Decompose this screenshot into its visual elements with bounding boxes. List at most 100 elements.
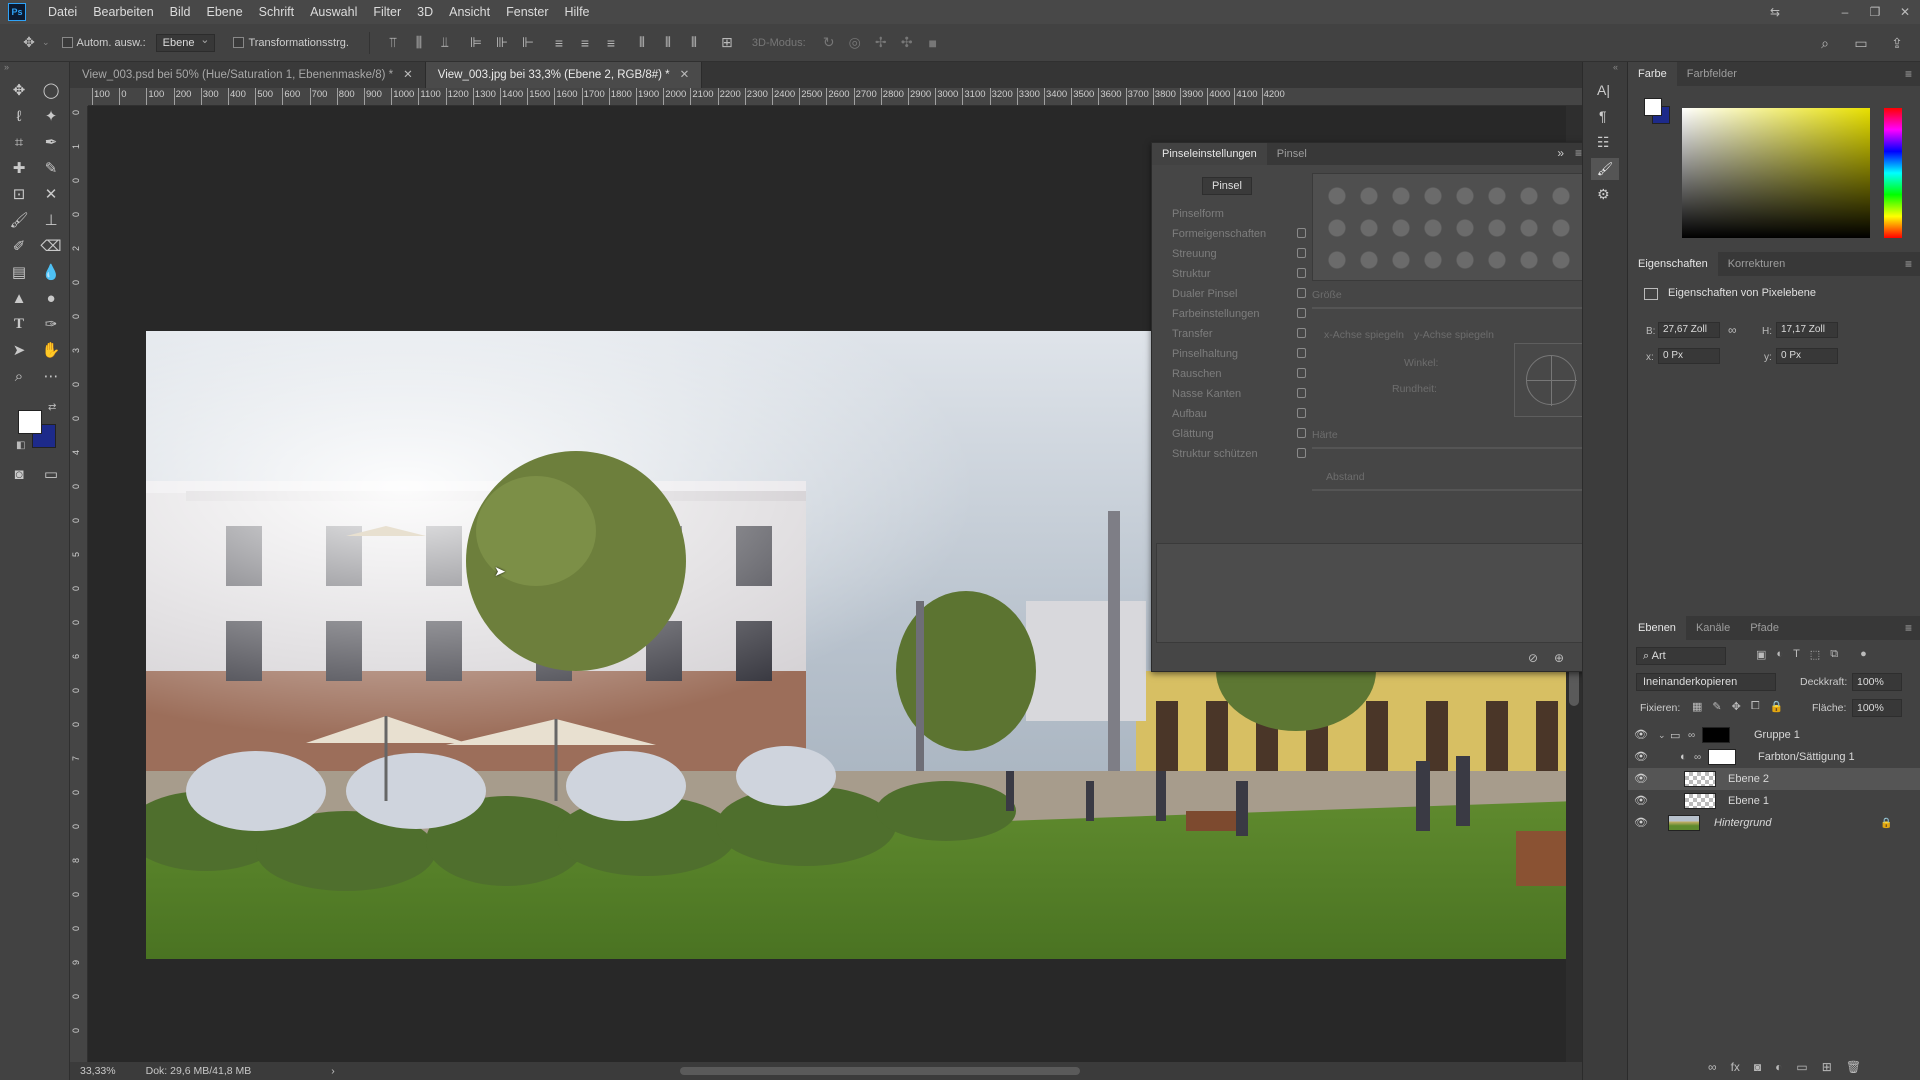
spacing-slider[interactable]	[1312, 489, 1584, 491]
lock-icon[interactable]	[1297, 248, 1306, 258]
hue-slider[interactable]	[1884, 108, 1902, 238]
align-left-icon[interactable]: ⊫	[466, 33, 486, 53]
lock-icon[interactable]	[1297, 388, 1306, 398]
brush-option-brush-pose[interactable]: Pinselhaltung	[1164, 345, 1310, 363]
eyedropper-tool-icon[interactable]: ✒	[38, 130, 64, 154]
brush-option-noise[interactable]: Rauschen	[1164, 365, 1310, 383]
panel-menu-icon[interactable]: ≡	[1905, 621, 1912, 635]
menu-3d[interactable]: 3D	[409, 0, 441, 24]
lock-transparency-icon[interactable]: ▦	[1692, 700, 1702, 713]
fill-input[interactable]: 100%	[1852, 699, 1902, 717]
layer-row-ebene-1[interactable]: 👁 Ebene 1	[1628, 790, 1920, 812]
toggle-live-tip-icon[interactable]: ⊘	[1528, 651, 1538, 665]
content-aware-move-tool-icon[interactable]: ✕	[38, 182, 64, 206]
transform-controls-checkbox[interactable]	[233, 37, 245, 48]
distribute-hcenter-icon[interactable]: ⦀	[658, 33, 678, 53]
3d-pan-icon[interactable]: ✢	[871, 33, 891, 53]
tab-color[interactable]: Farbe	[1628, 62, 1677, 86]
clone-stamp-tool-icon[interactable]: ⊥	[38, 208, 64, 232]
opacity-input[interactable]: 100%	[1852, 673, 1902, 691]
brush-option-transfer[interactable]: Transfer	[1164, 325, 1310, 343]
horizontal-ruler[interactable]: 100 0 100 200 300 400 500 600 700 800 900 1000 1100 1…	[88, 88, 1582, 106]
status-menu-arrow-icon[interactable]: ›	[331, 1065, 335, 1077]
new-group-icon[interactable]: ▭	[1796, 1060, 1807, 1074]
history-panel-icon[interactable]: ☷	[1597, 134, 1610, 151]
zoom-level[interactable]: 33,33%	[80, 1065, 116, 1077]
tab-properties[interactable]: Eigenschaften	[1628, 252, 1718, 276]
visibility-eye-icon[interactable]: 👁	[1634, 795, 1648, 806]
lock-icon[interactable]	[1297, 448, 1306, 458]
expand-group-icon[interactable]: ⌄	[1658, 730, 1666, 741]
type-tool-icon[interactable]: T	[6, 312, 32, 336]
distribute-left-icon[interactable]: ⦀	[632, 33, 652, 53]
tab-adjustments[interactable]: Korrekturen	[1718, 252, 1795, 276]
brush-option-dual-brush[interactable]: Dualer Pinsel	[1164, 285, 1310, 303]
lock-icon[interactable]	[1297, 348, 1306, 358]
lasso-tool-icon[interactable]: ℓ	[6, 104, 32, 128]
brush-option-texture[interactable]: Struktur	[1164, 265, 1310, 283]
pen-tool-icon[interactable]: ✑	[38, 312, 64, 336]
delete-layer-icon[interactable]: 🗑	[1846, 1060, 1861, 1074]
align-right-icon[interactable]: ⊩	[518, 33, 538, 53]
menu-bild[interactable]: Bild	[162, 0, 199, 24]
more-tools-icon[interactable]: ⋯	[38, 364, 64, 388]
3d-roll-icon[interactable]: ◎	[845, 33, 865, 53]
flip-y-label[interactable]: y-Achse spiegeln	[1414, 329, 1494, 341]
visibility-eye-icon[interactable]: 👁	[1634, 751, 1648, 762]
auto-align-icon[interactable]: ⊞	[717, 33, 737, 53]
move-tool-icon[interactable]: ✥	[19, 33, 39, 53]
layer-style-icon[interactable]: fx	[1731, 1060, 1740, 1074]
visibility-eye-icon[interactable]: 👁	[1634, 729, 1648, 740]
auto-select-checkbox[interactable]	[61, 37, 73, 48]
brush-option-build-up[interactable]: Aufbau	[1164, 405, 1310, 423]
crop-tool-icon[interactable]: ⌗	[6, 130, 32, 154]
blur-tool-icon[interactable]: 💧	[38, 260, 64, 284]
distribute-top-icon[interactable]: ≡	[549, 33, 569, 53]
size-slider[interactable]	[1312, 307, 1584, 309]
tab-layers[interactable]: Ebenen	[1628, 616, 1686, 640]
lock-icon[interactable]	[1297, 368, 1306, 378]
lock-all-icon[interactable]: 🔒	[1770, 700, 1784, 713]
screen-mode-icon[interactable]: ▭	[38, 462, 64, 486]
workspace-icon[interactable]: ▭	[1851, 33, 1871, 53]
dodge-tool-icon[interactable]: ▲	[6, 286, 32, 310]
distribute-vcenter-icon[interactable]: ≡	[575, 33, 595, 53]
swap-colors-icon[interactable]: ⇄	[48, 402, 56, 413]
brush-tip-grid[interactable]	[1312, 173, 1584, 281]
brush-option-wet-edges[interactable]: Nasse Kanten	[1164, 385, 1310, 403]
burn-tool-icon[interactable]: ●	[38, 286, 64, 310]
history-brush-tool-icon[interactable]: ✐	[6, 234, 32, 258]
brush-option-shape-dynamics[interactable]: Formeigenschaften	[1164, 225, 1310, 243]
search-icon[interactable]: ⌕	[1815, 33, 1835, 53]
visibility-eye-icon[interactable]: 👁	[1634, 773, 1648, 784]
lock-position-icon[interactable]: ✥	[1732, 700, 1741, 713]
minimize-button[interactable]: –	[1830, 0, 1860, 24]
tab-brush-settings[interactable]: Pinseleinstellungen	[1152, 143, 1267, 165]
new-layer-icon[interactable]: ⊞	[1822, 1060, 1832, 1074]
filter-pixel-icon[interactable]: ▣	[1756, 648, 1766, 661]
panel-menu-icon[interactable]: ≡	[1575, 146, 1582, 160]
filter-shape-icon[interactable]: ⬚	[1810, 648, 1820, 661]
lock-icon[interactable]	[1297, 288, 1306, 298]
tab-paths[interactable]: Pfade	[1740, 616, 1789, 640]
tab-view003-jpg[interactable]: View_003.jpg bei 33,3% (Ebene 2, RGB/8#)…	[425, 62, 703, 88]
default-colors-icon[interactable]: ◧	[16, 440, 25, 451]
brush-settings-panel-icon[interactable]: 🖌	[1591, 158, 1619, 180]
ruler-origin[interactable]	[70, 88, 88, 106]
patch-tool-icon[interactable]: ⊡	[6, 182, 32, 206]
y-input[interactable]: 0 Px	[1776, 348, 1838, 364]
layer-filter-dropdown[interactable]: ⌕ Art	[1636, 647, 1726, 665]
close-window-button[interactable]: ✕	[1890, 0, 1920, 24]
tab-brushes[interactable]: Pinsel	[1267, 143, 1317, 165]
color-picker-field[interactable]	[1682, 108, 1870, 238]
vertical-ruler[interactable]: 0 1 0 0 2 0 0 3 0 0 4 0 0 5 0 0 6 0 0 7 0 0 8 0 0 9 0 0	[70, 106, 88, 1062]
lock-icon[interactable]	[1297, 268, 1306, 278]
hardness-slider[interactable]	[1312, 447, 1584, 449]
tab-swatches[interactable]: Farbfelder	[1677, 62, 1747, 86]
gradient-tool-icon[interactable]: ▤	[6, 260, 32, 284]
flip-x-label[interactable]: x-Achse spiegeln	[1324, 329, 1404, 341]
new-brush-preset-icon[interactable]: ⊕	[1554, 651, 1564, 665]
menu-filter[interactable]: Filter	[365, 0, 409, 24]
lock-icon[interactable]	[1297, 328, 1306, 338]
path-selection-tool-icon[interactable]: ➤	[6, 338, 32, 362]
